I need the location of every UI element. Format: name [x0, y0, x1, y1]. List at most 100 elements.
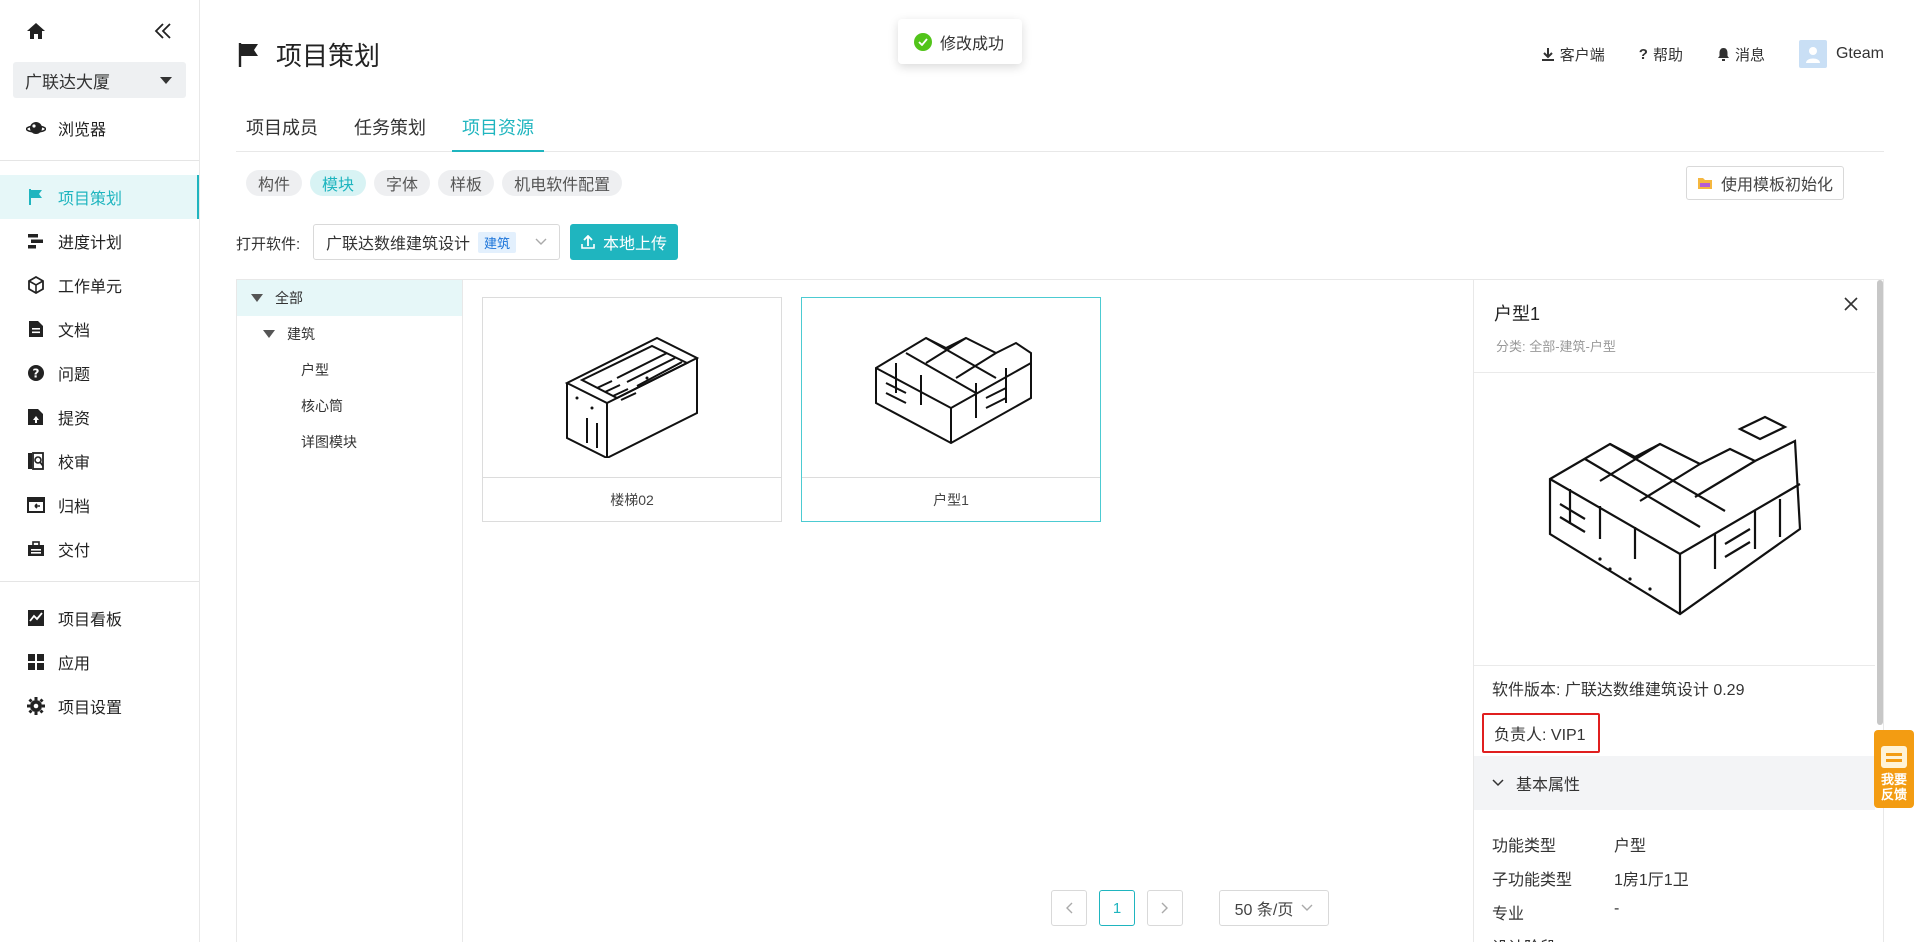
home-icon[interactable]	[26, 21, 46, 41]
page-size-select[interactable]: 50 条/页	[1219, 890, 1329, 926]
user-name: Gteam	[1835, 45, 1884, 62]
detail-software-version: 软件版本: 广联达数维建筑设计 0.29	[1492, 682, 1745, 699]
chat-icon	[1881, 746, 1907, 768]
feedback-button[interactable]: 我要 反馈	[1874, 730, 1914, 808]
sidebar-item-review[interactable]: 校审	[0, 439, 199, 483]
client-download-link[interactable]: 客户端	[1541, 44, 1605, 65]
sidebar-item-dashboard[interactable]: 项目看板	[0, 596, 199, 640]
sidebar-item-project-planning[interactable]: 项目策划	[0, 175, 199, 219]
chip-template[interactable]: 样板	[438, 170, 495, 196]
upload-button-label: 本地上传	[602, 236, 667, 253]
user-menu[interactable]: Gteam	[1798, 40, 1884, 68]
chart-board-icon	[26, 608, 46, 628]
sidebar-item-label: 项目设置	[58, 700, 123, 717]
sidebar-item-work-unit[interactable]: 工作单元	[0, 263, 199, 307]
scrollbar[interactable]	[1877, 280, 1883, 725]
close-icon[interactable]	[1843, 296, 1859, 317]
basic-properties-section[interactable]: 基本属性	[1474, 756, 1875, 810]
local-upload-button[interactable]: 本地上传	[570, 224, 678, 260]
folder-icon	[1697, 178, 1712, 189]
page-size-value: 50 条/页	[1234, 902, 1294, 919]
tree-leaf-unit-type[interactable]: 户型	[237, 352, 462, 388]
sidebar-item-label: 项目看板	[58, 612, 123, 629]
chip-component[interactable]: 构件	[246, 170, 303, 196]
sidebar-item-label: 归档	[58, 499, 91, 516]
sidebar-item-submission[interactable]: 提资	[0, 395, 199, 439]
chip-module[interactable]: 模块	[310, 170, 367, 196]
briefcase-icon	[26, 539, 46, 559]
tree-leaf-detail-module[interactable]: 详图模块	[237, 424, 462, 460]
gear-icon	[26, 696, 46, 716]
property-value: 1房1厅1卫	[1614, 872, 1689, 889]
module-card[interactable]: 楼梯02	[482, 297, 782, 522]
document-icon	[26, 319, 46, 339]
tab-task-planning[interactable]: 任务策划	[344, 104, 436, 151]
detail-title: 户型1	[1494, 304, 1541, 324]
sidebar-item-settings[interactable]: 项目设置	[0, 684, 199, 728]
section-label: 基本属性	[1516, 777, 1581, 794]
question-circle-icon: ?	[26, 363, 46, 383]
init-button-label: 使用模板初始化	[1720, 177, 1833, 194]
tree-node-label: 详图模块	[301, 434, 357, 450]
toast-text: 修改成功	[940, 35, 1005, 53]
module-thumbnail	[802, 298, 1100, 478]
open-software-label: 打开软件:	[236, 236, 301, 253]
chevron-right-icon	[1161, 902, 1168, 914]
resource-panel: 全部 建筑 户型 核心筒 详图模块 楼梯02 户型1 1 50 条/页 户型1 …	[236, 279, 1884, 942]
archive-icon	[26, 495, 46, 515]
expand-icon[interactable]	[263, 330, 275, 338]
caret-down-icon	[160, 76, 172, 84]
tab-members[interactable]: 项目成员	[236, 104, 328, 151]
page-title-text: 项目策划	[276, 41, 381, 71]
next-page-button[interactable]	[1147, 890, 1183, 926]
sidebar-item-archive[interactable]: 归档	[0, 483, 199, 527]
feedback-label: 反馈	[1880, 787, 1907, 802]
tree-node-architecture[interactable]: 建筑	[237, 316, 462, 352]
sidebar-item-label: 浏览器	[58, 122, 107, 139]
avatar	[1798, 40, 1827, 68]
tab-project-resources[interactable]: 项目资源	[452, 104, 544, 152]
messages-link[interactable]: 消息	[1717, 44, 1765, 65]
project-selector[interactable]: 广联达大厦	[13, 62, 186, 98]
flag-icon	[238, 42, 258, 67]
collapse-icon[interactable]	[153, 21, 173, 41]
module-card-name: 楼梯02	[610, 492, 654, 508]
module-thumbnail	[483, 298, 781, 478]
help-link[interactable]: ? 帮助	[1639, 44, 1683, 65]
chip-font[interactable]: 字体	[374, 170, 431, 196]
header-actions: 客户端 ? 帮助 消息 Gteam	[1541, 40, 1884, 68]
sidebar-item-label: 文档	[58, 323, 91, 340]
review-icon	[26, 451, 46, 471]
question-icon: ?	[1638, 45, 1648, 63]
sidebar-item-delivery[interactable]: 交付	[0, 527, 199, 571]
tree-leaf-core-tube[interactable]: 核心筒	[237, 388, 462, 424]
sidebar-item-label: 交付	[58, 543, 91, 560]
prev-page-button[interactable]	[1051, 890, 1087, 926]
bell-icon	[1717, 48, 1729, 61]
expand-icon[interactable]	[251, 294, 263, 302]
help-label: 帮助	[1652, 46, 1683, 64]
software-select[interactable]: 广联达数维建筑设计 建筑	[313, 224, 560, 260]
tree-node-all[interactable]: 全部	[237, 280, 462, 316]
page-number[interactable]: 1	[1099, 890, 1135, 926]
tree-node-label: 核心筒	[301, 398, 343, 414]
module-card[interactable]: 户型1	[801, 297, 1101, 522]
sidebar: 广联达大厦 浏览器 项目策划 进度计划 工作单元 文档 ? 问题 提资 校审 归…	[0, 0, 200, 942]
detail-category: 分类: 全部-建筑-户型	[1496, 339, 1616, 354]
category-tree: 全部 建筑 户型 核心筒 详图模块	[237, 280, 463, 942]
chip-mep-config[interactable]: 机电软件配置	[502, 170, 623, 196]
apps-icon	[26, 652, 46, 672]
sidebar-item-documents[interactable]: 文档	[0, 307, 199, 351]
sidebar-item-schedule[interactable]: 进度计划	[0, 219, 199, 263]
flag-icon	[26, 187, 46, 207]
tree-node-label: 全部	[275, 290, 303, 306]
svg-text:?: ?	[33, 367, 40, 381]
init-from-template-button[interactable]: 使用模板初始化	[1685, 166, 1844, 200]
sidebar-item-browser[interactable]: 浏览器	[0, 106, 199, 150]
property-key: 功能类型	[1492, 838, 1557, 855]
download-icon	[1541, 48, 1554, 61]
property-key: 子功能类型	[1492, 872, 1573, 889]
sidebar-item-apps[interactable]: 应用	[0, 640, 199, 684]
sidebar-item-issues[interactable]: ? 问题	[0, 351, 199, 395]
chevron-down-icon	[535, 238, 547, 245]
